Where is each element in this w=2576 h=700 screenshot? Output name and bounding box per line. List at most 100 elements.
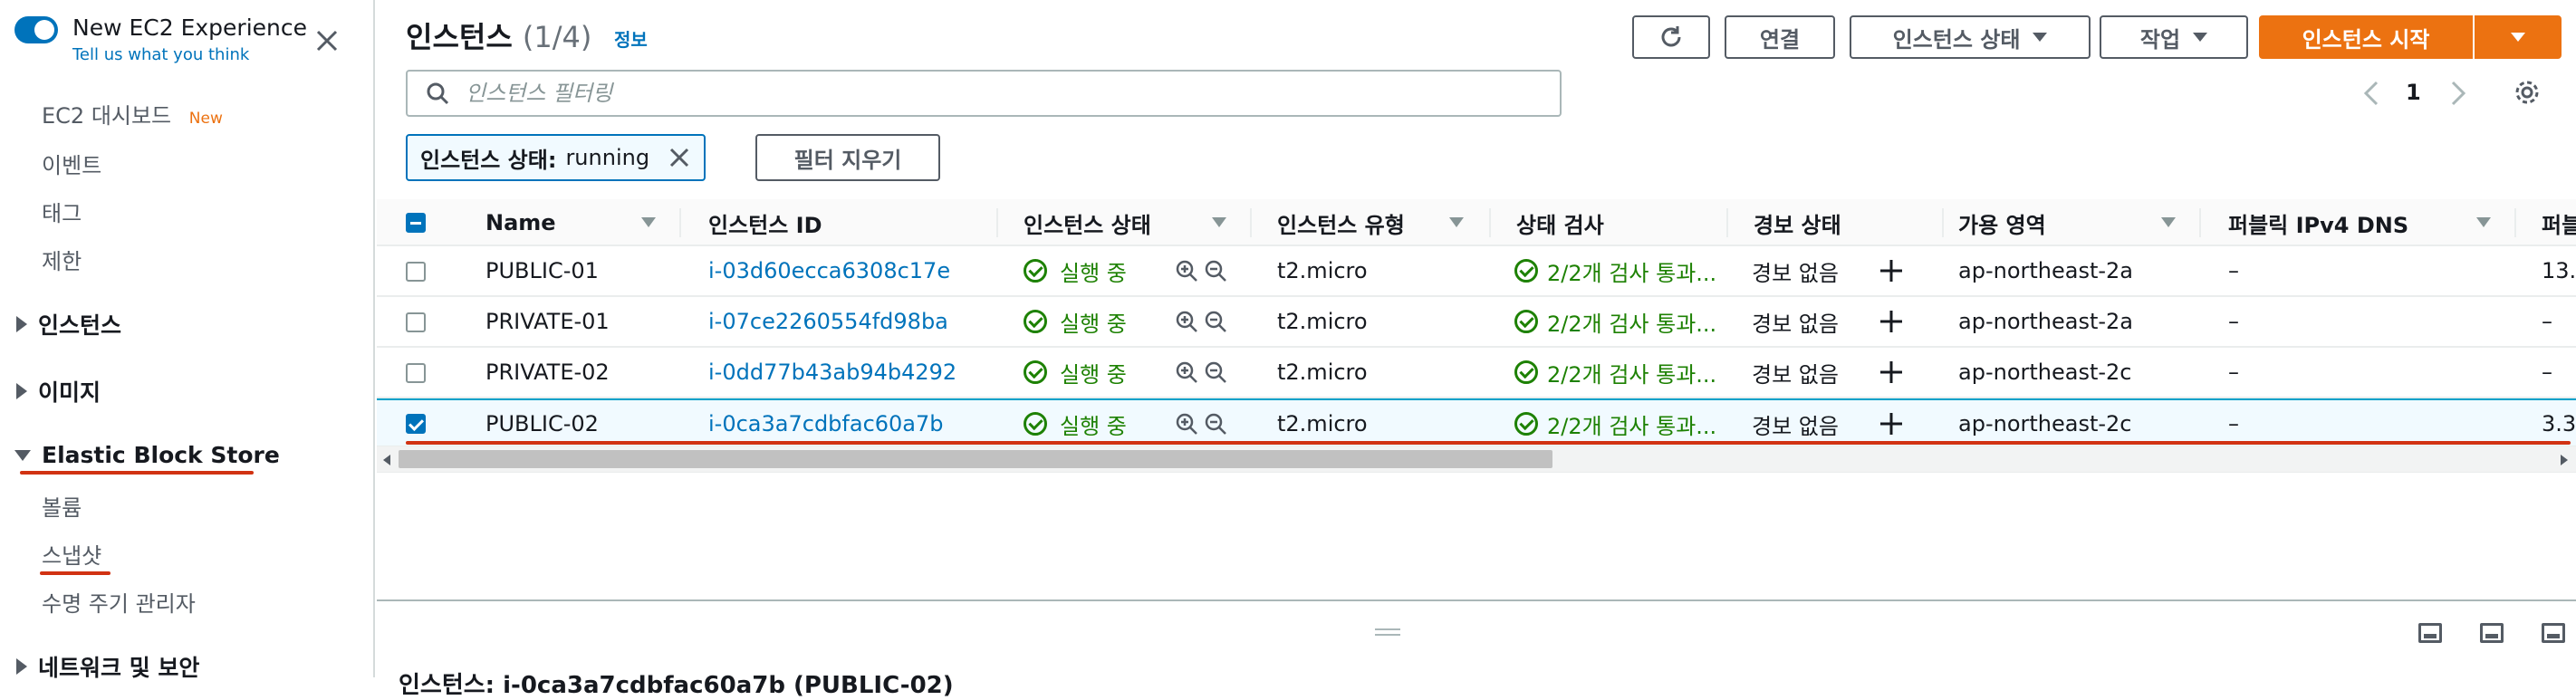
row-checkbox[interactable] [406, 312, 426, 332]
sort-icon[interactable] [641, 217, 656, 227]
zoom-in-icon[interactable] [1174, 258, 1199, 283]
launch-instance-button[interactable]: 인스턴스 시작 [2259, 15, 2473, 59]
sidebar-section-ebs[interactable]: Elastic Block Store [14, 442, 280, 468]
add-alarm-icon[interactable] [1879, 348, 1904, 397]
connect-button[interactable]: 연결 [1725, 15, 1835, 59]
new-experience-toggle[interactable] [14, 16, 58, 43]
horizontal-scrollbar[interactable] [377, 446, 2576, 473]
col-name[interactable]: Name [485, 199, 556, 246]
check-text: 2/2개 검사 통과... [1547, 311, 1717, 337]
row-checkbox[interactable] [406, 262, 426, 282]
clear-filters-button[interactable]: 필터 지우기 [755, 134, 940, 181]
sort-icon[interactable] [2476, 217, 2491, 227]
expand-icon [16, 316, 27, 332]
column-divider[interactable] [679, 208, 681, 237]
column-divider[interactable] [2199, 208, 2201, 237]
zoom-out-icon[interactable] [1203, 411, 1228, 436]
column-divider[interactable] [1489, 208, 1491, 237]
cell-type: t2.micro [1277, 258, 1368, 283]
col-instance-state[interactable]: 인스턴스 상태 [1024, 199, 1151, 246]
cell-instance-id[interactable]: i-0dd77b43ab94b4292 [708, 348, 956, 397]
cell-instance-id[interactable]: i-07ce2260554fd98ba [708, 297, 948, 346]
select-all-checkbox[interactable] [406, 213, 426, 233]
sort-icon[interactable] [1449, 217, 1464, 227]
panel-side-icon[interactable] [2480, 623, 2504, 643]
sidebar-section-images[interactable]: 이미지 [16, 375, 101, 408]
row-checkbox[interactable] [406, 414, 426, 434]
sort-icon[interactable] [2161, 217, 2176, 227]
cell-alarm: 경보 없음 [1752, 361, 1839, 388]
col-instance-id[interactable]: 인스턴스 ID [708, 199, 822, 246]
zoom-controls[interactable] [1174, 297, 1228, 346]
add-alarm-icon[interactable] [1879, 297, 1904, 346]
refresh-icon [1661, 26, 1681, 47]
zoom-in-icon[interactable] [1174, 309, 1199, 334]
table-row[interactable]: PUBLIC-01 i-03d60ecca6308c17e 실행 중 t2.mi… [377, 246, 2576, 297]
col-alarm-status[interactable]: 경보 상태 [1754, 199, 1841, 246]
check-circle-icon [1514, 360, 1538, 384]
zoom-out-icon[interactable] [1203, 258, 1228, 283]
sidebar-item-events[interactable]: 이벤트 [42, 148, 101, 179]
state-text: 실행 중 [1060, 361, 1127, 388]
actions-dropdown[interactable]: 작업 [2100, 15, 2248, 59]
selection-count: (1/4) [522, 20, 592, 54]
col-instance-type[interactable]: 인스턴스 유형 [1277, 199, 1405, 246]
next-page-icon[interactable] [2447, 80, 2469, 110]
cell-alarm: 경보 없음 [1752, 260, 1839, 286]
scroll-right-icon[interactable] [2558, 453, 2571, 467]
column-divider[interactable] [1726, 208, 1728, 237]
page-title: 인스턴스 (1/4) [406, 14, 591, 56]
feedback-link[interactable]: Tell us what you think [72, 45, 249, 64]
row-checkbox[interactable] [406, 363, 426, 383]
column-divider[interactable] [996, 208, 998, 237]
sidebar-item-volumes[interactable]: 볼륨 [42, 490, 82, 522]
collapse-icon [14, 449, 31, 461]
launch-dropdown-button[interactable] [2475, 15, 2562, 59]
col-public-dns[interactable]: 퍼블릭 IPv4 DNS [2228, 199, 2408, 246]
panel-bottom-icon[interactable] [2418, 623, 2442, 643]
scrollbar-thumb[interactable] [399, 450, 1552, 468]
zoom-controls[interactable] [1174, 348, 1228, 397]
panel-split-icon[interactable] [2542, 623, 2565, 643]
zoom-in-icon[interactable] [1174, 360, 1199, 385]
col-status-check[interactable]: 상태 검사 [1516, 199, 1604, 246]
search-field[interactable] [406, 70, 1562, 117]
search-icon [427, 82, 449, 105]
sidebar-item-lifecycle[interactable]: 수명 주기 관리자 [42, 586, 196, 618]
page-number[interactable]: 1 [2406, 80, 2421, 105]
table-row[interactable]: PRIVATE-02 i-0dd77b43ab94b4292 실행 중 t2.m… [377, 348, 2576, 398]
close-icon[interactable] [313, 27, 341, 58]
zoom-controls[interactable] [1174, 246, 1228, 295]
col-public-ip[interactable]: 퍼블 [2542, 199, 2576, 246]
remove-filter-icon[interactable] [668, 146, 691, 169]
column-divider[interactable] [2514, 208, 2516, 237]
info-link[interactable]: 정보 [614, 25, 648, 52]
table-row[interactable]: PRIVATE-01 i-07ce2260554fd98ba 실행 중 t2.m… [377, 297, 2576, 348]
sidebar-section-network[interactable]: 네트워크 및 보안 [16, 650, 199, 683]
cell-instance-id[interactable]: i-03d60ecca6308c17e [708, 246, 950, 295]
sidebar-item-limits[interactable]: 제한 [42, 244, 82, 275]
sidebar-item-dashboard[interactable]: EC2 대시보드 New [42, 98, 223, 129]
scroll-left-icon[interactable] [380, 453, 393, 467]
settings-gear-icon[interactable] [2513, 78, 2542, 110]
column-divider[interactable] [1250, 208, 1252, 237]
section-label: 인스턴스 [38, 312, 122, 339]
instance-state-dropdown[interactable]: 인스턴스 상태 [1850, 15, 2091, 59]
sidebar-item-snapshots[interactable]: 스냅샷 [42, 538, 101, 570]
add-alarm-icon[interactable] [1879, 246, 1904, 295]
section-label: Elastic Block Store [42, 442, 280, 468]
sidebar-item-tags[interactable]: 태그 [42, 196, 82, 227]
check-circle-icon [1024, 259, 1047, 283]
sidebar-section-instances[interactable]: 인스턴스 [16, 308, 121, 340]
resize-handle-icon[interactable] [1373, 627, 1402, 638]
zoom-out-icon[interactable] [1203, 309, 1228, 334]
zoom-in-icon[interactable] [1174, 411, 1199, 436]
search-input[interactable] [466, 81, 1371, 106]
refresh-button[interactable] [1632, 15, 1710, 59]
filter-token: 인스턴스 상태: running [406, 134, 706, 181]
column-divider[interactable] [1942, 208, 1944, 237]
prev-page-icon[interactable] [2360, 80, 2382, 110]
sort-icon[interactable] [1212, 217, 1226, 227]
col-availability-zone[interactable]: 가용 영역 [1958, 199, 2046, 246]
zoom-out-icon[interactable] [1203, 360, 1228, 385]
